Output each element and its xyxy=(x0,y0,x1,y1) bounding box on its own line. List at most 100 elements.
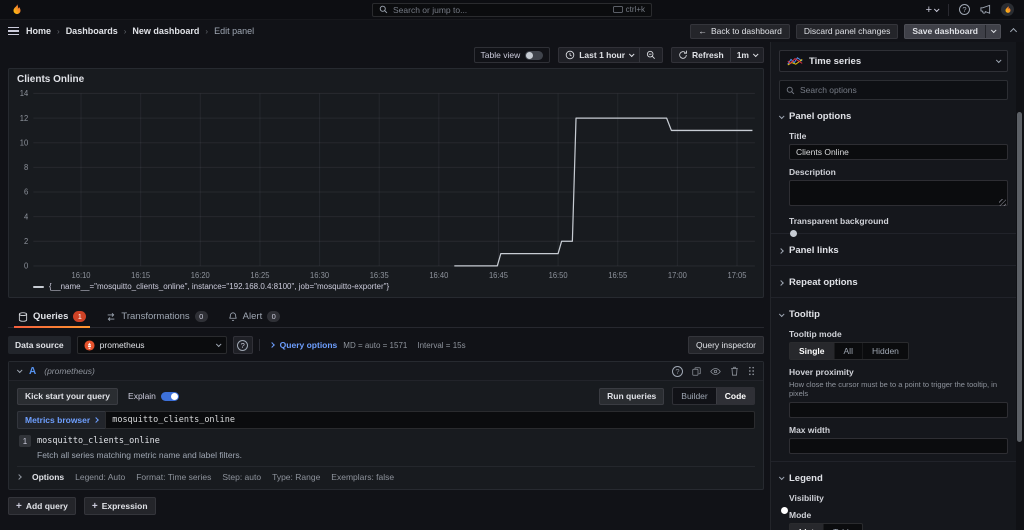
breadcrumb-bar: Home › Dashboards › New dashboard › Edit… xyxy=(0,20,1024,42)
query-options-summary-row[interactable]: Options Legend: Auto Format: Time series… xyxy=(16,466,755,482)
chevron-down-icon xyxy=(933,5,940,12)
chevron-right-icon xyxy=(268,342,275,348)
legend-mode-group: List Table xyxy=(789,522,864,530)
section-legend[interactable]: Legend xyxy=(778,471,1008,486)
chart-area[interactable]: 0 2 4 6 8 10 12 14 16:10 16:15 16:20 16:25 16:30 16:3… xyxy=(9,87,763,281)
refresh-interval-select[interactable]: 1m xyxy=(729,48,763,62)
discard-panel-changes-button[interactable]: Discard panel changes xyxy=(795,23,899,39)
visualization-picker[interactable]: Time series xyxy=(779,50,1008,72)
delete-query-trash-icon[interactable] xyxy=(730,366,739,376)
news-megaphone-icon[interactable] xyxy=(980,4,991,15)
chevron-down-icon xyxy=(628,51,635,58)
alert-count-badge: 0 xyxy=(267,311,281,322)
breadcrumb-home[interactable]: Home xyxy=(26,26,51,36)
metrics-browser-button[interactable]: Metrics browser xyxy=(17,411,106,429)
legend-mode-table[interactable]: Table xyxy=(823,523,862,530)
breadcrumb-separator: › xyxy=(123,26,127,36)
svg-text:16:30: 16:30 xyxy=(310,271,330,280)
explain-label: Explain xyxy=(128,391,156,401)
tab-transformations[interactable]: Transformations 0 xyxy=(98,306,215,327)
menu-icon[interactable] xyxy=(8,26,19,36)
chart-legend: {__name__="mosquitto_clients_online", in… xyxy=(9,281,763,297)
add-expression-button[interactable]: + Expression xyxy=(83,497,156,515)
tab-queries[interactable]: Queries 1 xyxy=(10,306,94,328)
breadcrumb-new-dashboard[interactable]: New dashboard xyxy=(132,26,199,36)
query-ref-id[interactable]: A xyxy=(29,366,36,377)
panel-title-input[interactable] xyxy=(789,144,1008,160)
section-tooltip[interactable]: Tooltip xyxy=(778,307,1008,322)
prometheus-icon xyxy=(84,339,95,351)
max-width-input[interactable] xyxy=(789,437,1008,454)
chevron-down-icon xyxy=(778,474,785,481)
timeseries-panel: Clients Online 0 2 4 6 8 10 12 14 16:10 16:15 16:2… xyxy=(8,68,764,298)
code-mode-option[interactable]: Code xyxy=(715,388,754,404)
divider xyxy=(771,460,1016,462)
section-panel-links[interactable]: Panel links xyxy=(778,243,1008,258)
refresh-button[interactable]: Refresh xyxy=(672,48,730,62)
queries-count-badge: 1 xyxy=(73,311,87,322)
shortcut-hint: ctrl+k xyxy=(612,5,645,14)
svg-text:4: 4 xyxy=(24,212,29,221)
search-options-input[interactable]: Search options xyxy=(779,80,1008,100)
run-queries-button[interactable]: Run queries xyxy=(599,387,665,405)
hover-proximity-input[interactable] xyxy=(789,401,1008,418)
scrollbar-thumb[interactable] xyxy=(1017,112,1022,442)
query-options-toggle[interactable]: Query options MD = auto = 1571 Interval … xyxy=(268,340,466,350)
breadcrumb-separator: › xyxy=(57,26,60,36)
query-editor-card: A (prometheus) ? Kick start your query E… xyxy=(8,361,764,490)
datasource-help-button[interactable]: ? xyxy=(232,336,253,354)
hover-proximity-description: How close the cursor must be to a point … xyxy=(789,380,998,399)
panel-description-textarea[interactable] xyxy=(789,180,1008,206)
promql-expression-input[interactable] xyxy=(105,411,755,429)
help-icon[interactable]: ? xyxy=(959,4,970,15)
tooltip-mode-all[interactable]: All xyxy=(833,343,862,359)
chevron-right-icon xyxy=(93,417,100,423)
tooltip-mode-hidden[interactable]: Hidden xyxy=(861,343,908,359)
kick-start-query-button[interactable]: Kick start your query xyxy=(17,387,119,405)
builder-mode-option[interactable]: Builder xyxy=(673,388,715,404)
duplicate-query-icon[interactable] xyxy=(692,366,701,376)
explain-toggle[interactable] xyxy=(160,391,179,401)
table-view-control: Table view xyxy=(473,47,551,63)
section-panel-options[interactable]: Panel options xyxy=(778,109,1008,124)
hover-proximity-label: Hover proximity xyxy=(789,367,854,377)
save-options-chevron[interactable] xyxy=(985,24,1000,38)
edit-panel-main: Table view Last 1 hour Refresh 1m Client… xyxy=(0,42,770,530)
legend-mode-list[interactable]: List xyxy=(790,523,824,530)
drag-handle-icon[interactable] xyxy=(748,366,755,376)
explain-step-title: mosquitto_clients_online xyxy=(37,436,160,446)
tooltip-mode-group: Single All Hidden xyxy=(789,342,909,360)
new-menu-button[interactable]: + xyxy=(926,4,940,16)
zoom-out-time-button[interactable] xyxy=(639,48,662,62)
svg-text:17:00: 17:00 xyxy=(668,271,688,280)
editor-mode-switch: Builder Code xyxy=(672,387,755,405)
user-avatar[interactable] xyxy=(1001,3,1014,16)
save-dashboard-button[interactable]: Save dashboard xyxy=(904,23,1001,39)
grafana-logo-icon[interactable] xyxy=(10,3,24,17)
options-scrollbar[interactable] xyxy=(1016,42,1024,530)
chevron-down-icon xyxy=(778,310,785,317)
hide-query-eye-icon[interactable] xyxy=(710,367,721,376)
collapse-chevron-icon[interactable] xyxy=(1009,27,1018,35)
collapse-query-chevron[interactable] xyxy=(16,367,23,374)
explain-control: Explain xyxy=(128,391,179,401)
table-view-toggle[interactable] xyxy=(525,50,544,60)
global-search-input[interactable]: Search or jump to... ctrl+k xyxy=(372,2,652,17)
tooltip-mode-single[interactable]: Single xyxy=(790,343,834,359)
add-query-button[interactable]: + Add query xyxy=(8,497,76,515)
back-to-dashboard-button[interactable]: ← Back to dashboard xyxy=(690,23,790,39)
arrow-left-icon: ← xyxy=(698,26,707,36)
chevron-right-icon xyxy=(16,474,22,480)
transparent-background-label: Transparent background xyxy=(789,216,889,226)
query-inspector-button[interactable]: Query inspector xyxy=(688,336,764,354)
legend-series-name[interactable]: {__name__="mosquitto_clients_online", in… xyxy=(49,282,389,291)
query-datasource-hint: (prometheus) xyxy=(44,366,95,376)
tab-alert[interactable]: Alert 0 xyxy=(220,306,289,327)
query-help-icon[interactable]: ? xyxy=(672,365,683,377)
section-repeat-options[interactable]: Repeat options xyxy=(778,275,1008,290)
chevron-down-icon xyxy=(995,57,1002,64)
datasource-select[interactable]: prometheus xyxy=(76,336,227,354)
time-range-picker[interactable]: Last 1 hour xyxy=(559,48,639,62)
clock-icon xyxy=(565,50,575,60)
breadcrumb-dashboards[interactable]: Dashboards xyxy=(66,26,118,36)
